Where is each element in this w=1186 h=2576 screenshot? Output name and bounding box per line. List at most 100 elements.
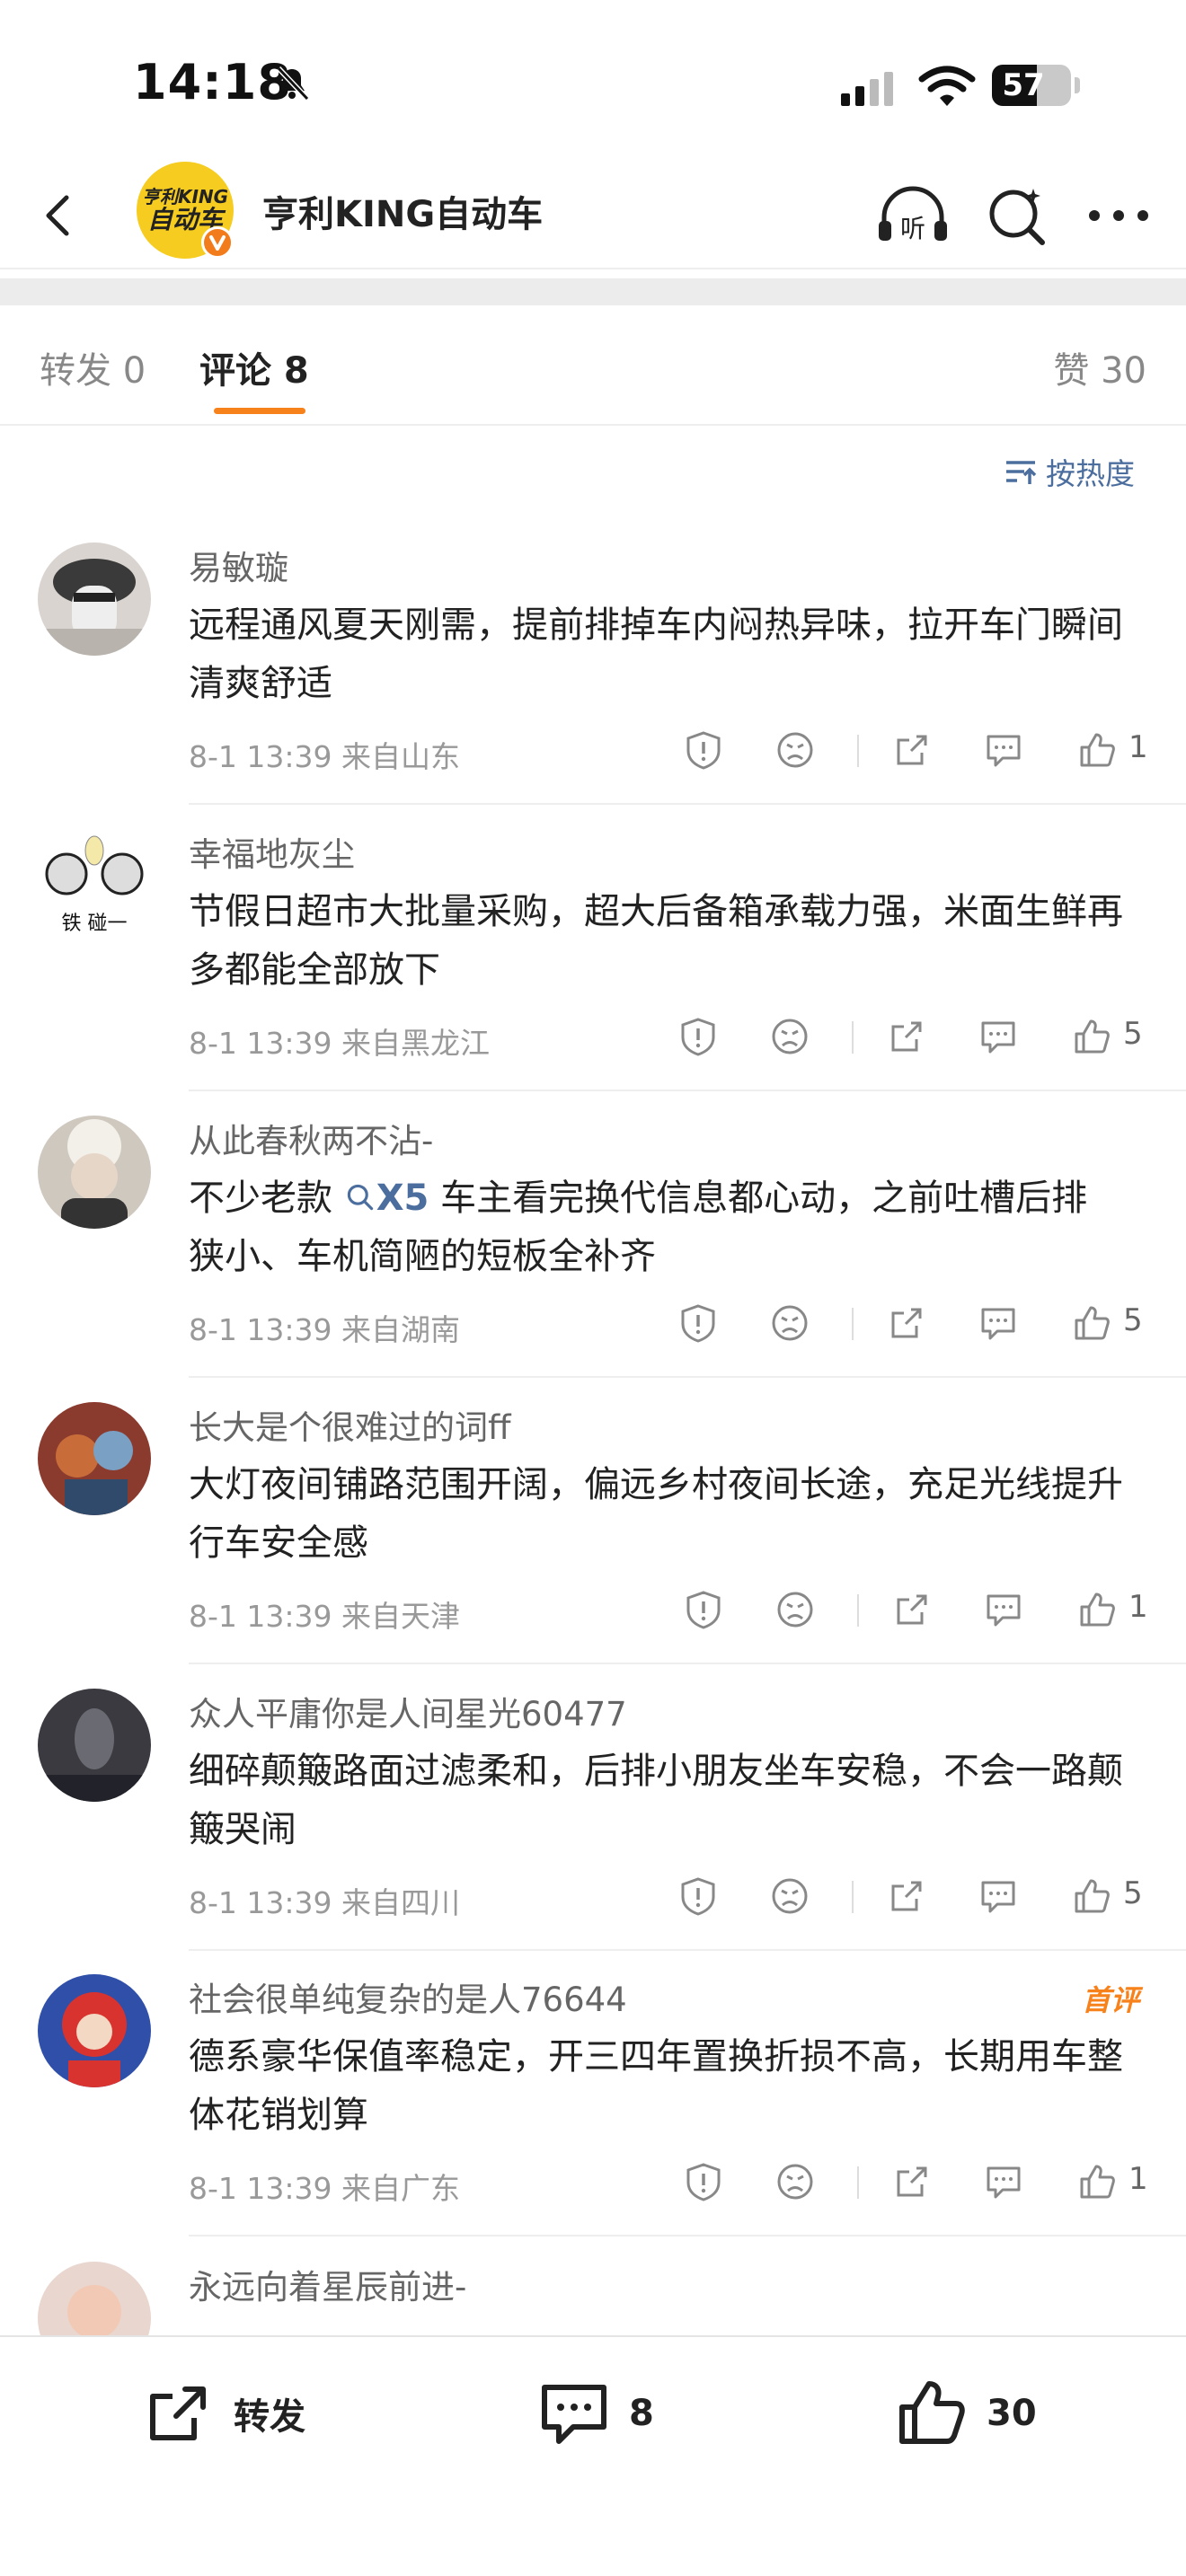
topic-link-label: X5 (376, 1178, 429, 1219)
divider (857, 2166, 859, 2199)
search-icon[interactable] (981, 180, 1053, 251)
avatar[interactable] (38, 543, 151, 656)
cellular-signal-icon (841, 72, 893, 106)
dislike-face-icon[interactable] (774, 1589, 816, 1630)
like-icon[interactable] (1071, 1302, 1112, 1344)
comment-username[interactable]: 从此春秋两不沾- (189, 1114, 433, 1162)
avatar[interactable] (38, 1116, 151, 1229)
like-icon[interactable] (1076, 1589, 1118, 1630)
comment-actions: 5 (677, 1297, 1145, 1351)
dislike-face-icon[interactable] (769, 1875, 810, 1917)
tab-like[interactable]: 赞 30 (1053, 341, 1146, 393)
divider (852, 1308, 854, 1340)
comment-actions: 1 (683, 2156, 1150, 2210)
comment-text: 细碎颠簸路面过滤柔和，后排小朋友坐车安稳，不会一路颠簸哭闹 (189, 1751, 1123, 1850)
comment-item: 长大是个很难过的词ff 大灯夜间铺路范围开阔，偏远乡村夜间长途，充足光线提升行车… (0, 1402, 1186, 1688)
divider (189, 1376, 1186, 1378)
more-options-icon[interactable] (1078, 180, 1159, 251)
comment-username[interactable]: 永远向着星辰前进- (189, 2262, 466, 2308)
like-button[interactable]: 30 (895, 2373, 1037, 2454)
tab-forward[interactable]: 转发 0 (40, 341, 146, 393)
share-icon[interactable] (886, 1302, 927, 1344)
forward-label: 转发 (234, 2396, 305, 2438)
page-title[interactable]: 亨利KING自动车 (262, 185, 543, 237)
report-icon[interactable] (677, 1016, 719, 1057)
share-icon[interactable] (886, 1875, 927, 1917)
comment-item: 从此春秋两不沾- 不少老款 X5 车主看完换代信息都心动，之前吐槽后排狭小、车机… (0, 1116, 1186, 1401)
comment-meta: 8-1 13:39 来自黑龙江 (189, 1026, 490, 1061)
avatar[interactable]: 铁 碰一 (38, 829, 151, 942)
divider (857, 735, 859, 767)
svg-text:听: 听 (900, 214, 925, 243)
battery-level: 57 (1002, 67, 1045, 103)
avatar[interactable] (38, 1974, 151, 2087)
bell-muted-icon (276, 66, 310, 101)
dislike-face-icon[interactable] (774, 729, 816, 771)
sort-icon (1006, 461, 1037, 484)
comment-username[interactable]: 幸福地灰尘 (189, 827, 355, 876)
forward-button[interactable]: 转发 (142, 2373, 305, 2454)
wifi-icon (918, 66, 976, 106)
comment-text: 不少老款 X5 车主看完换代信息都心动，之前吐槽后排狭小、车机简陋的短板全补齐 (189, 1169, 1123, 1286)
report-icon[interactable] (677, 1875, 719, 1917)
like-icon[interactable] (1076, 2161, 1118, 2202)
comment-button[interactable]: 8 (537, 2373, 654, 2454)
like-count: 1 (1128, 1589, 1148, 1625)
comment-meta: 8-1 13:39 来自广东 (189, 2171, 460, 2206)
report-icon[interactable] (677, 1302, 719, 1344)
like-count: 5 (1123, 1016, 1143, 1052)
account-avatar[interactable]: 亨利KING 自动车 (137, 162, 234, 259)
back-button[interactable] (25, 180, 97, 251)
comment-meta: 8-1 13:39 来自湖南 (189, 1312, 460, 1347)
share-icon[interactable] (891, 729, 933, 771)
dislike-face-icon[interactable] (769, 1016, 810, 1057)
like-count: 5 (1123, 1875, 1143, 1911)
reply-icon[interactable] (978, 1875, 1019, 1917)
dislike-face-icon[interactable] (774, 2161, 816, 2202)
active-tab-indicator (214, 408, 305, 414)
reply-icon[interactable] (983, 729, 1024, 771)
sort-by-heat-button[interactable]: 按热度 (1003, 449, 1135, 494)
topic-link[interactable]: X5 (344, 1178, 429, 1219)
share-icon[interactable] (891, 2161, 933, 2202)
comment-actions: 5 (677, 1870, 1145, 1924)
comment-username[interactable]: 众人平庸你是人间星光60477 (189, 1687, 627, 1735)
comment-username[interactable]: 长大是个很难过的词ff (189, 1400, 511, 1449)
like-count: 30 (987, 2393, 1037, 2434)
like-count: 1 (1128, 729, 1148, 765)
like-icon[interactable] (1076, 729, 1118, 771)
comment-meta: 8-1 13:39 来自天津 (189, 1599, 460, 1634)
like-count: 1 (1128, 2161, 1148, 2197)
reply-icon[interactable] (983, 1589, 1024, 1630)
report-icon[interactable] (683, 729, 724, 771)
share-icon[interactable] (886, 1016, 927, 1057)
headphones-listen-icon[interactable]: 听 (873, 180, 952, 251)
battery-cap (1075, 77, 1080, 93)
tab-bar: 转发 0 评论 8 赞 30 (0, 305, 1186, 426)
comment-item: 众人平庸你是人间星光60477 细碎颠簸路面过滤柔和，后排小朋友坐车安稳，不会一… (0, 1689, 1186, 1974)
bottom-action-bar: 转发 8 30 (0, 2335, 1186, 2576)
report-icon[interactable] (683, 2161, 724, 2202)
divider (852, 1881, 854, 1913)
like-icon[interactable] (1071, 1016, 1112, 1057)
comment-item: 永远向着星辰前进- (0, 2262, 1186, 2335)
comment-username[interactable]: 社会很单纯复杂的是人76644 (189, 1972, 627, 2021)
comment-actions: 1 (683, 1584, 1150, 1637)
divider (189, 2235, 1186, 2236)
reply-icon[interactable] (983, 2161, 1024, 2202)
comment-item: 易敏璇 远程通风夏天刚需，提前排掉车内闷热异味，拉开车门瞬间清爽舒适 8-1 1… (0, 543, 1186, 828)
share-icon[interactable] (891, 1589, 933, 1630)
comment-username[interactable]: 易敏璇 (189, 541, 288, 589)
comment-actions: 1 (683, 724, 1150, 778)
like-icon[interactable] (1071, 1875, 1112, 1917)
dislike-face-icon[interactable] (769, 1302, 810, 1344)
avatar[interactable] (38, 1402, 151, 1515)
avatar[interactable] (38, 2262, 151, 2335)
comment-icon (542, 2385, 606, 2444)
comment-count: 8 (629, 2393, 654, 2434)
report-icon[interactable] (683, 1589, 724, 1630)
avatar[interactable] (38, 1689, 151, 1802)
reply-icon[interactable] (978, 1016, 1019, 1057)
reply-icon[interactable] (978, 1302, 1019, 1344)
tab-comment[interactable]: 评论 8 (199, 341, 309, 393)
